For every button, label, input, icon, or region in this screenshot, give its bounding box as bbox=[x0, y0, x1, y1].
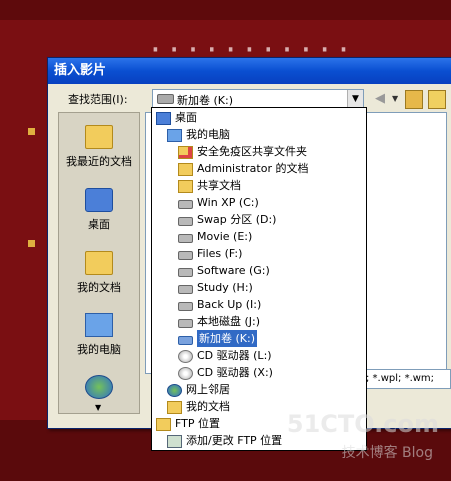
ftp-folder-icon bbox=[156, 418, 171, 431]
dropdown-item[interactable]: Movie (E:) bbox=[152, 228, 366, 245]
slide-bullet bbox=[28, 128, 35, 135]
dropdown-item-label: Study (H:) bbox=[197, 281, 253, 294]
dropdown-item[interactable]: 安全免疫区共享文件夹 bbox=[152, 143, 366, 160]
dropdown-item[interactable]: CD 驱动器 (L:) bbox=[152, 347, 366, 364]
look-in-combo[interactable]: 新加卷 (K:) ▼ bbox=[152, 89, 364, 109]
dropdown-item-label: CD 驱动器 (X:) bbox=[197, 366, 273, 379]
dropdown-item[interactable]: CD 驱动器 (X:) bbox=[152, 364, 366, 381]
back-icon[interactable]: ◀ bbox=[370, 90, 390, 107]
dropdown-item[interactable]: Administrator 的文档 bbox=[152, 160, 366, 177]
watermark-logo: 51CTO.com bbox=[286, 410, 439, 438]
dropdown-item-label: 安全免疫区共享文件夹 bbox=[197, 145, 307, 158]
cd-drive-icon bbox=[178, 367, 193, 380]
folder-icon bbox=[85, 125, 113, 149]
place-label: 桌面 bbox=[88, 218, 110, 231]
dropdown-item-label: 我的文档 bbox=[186, 400, 230, 413]
dropdown-item[interactable]: Swap 分区 (D:) bbox=[152, 211, 366, 228]
folder-icon bbox=[178, 180, 193, 193]
place-label: 我最近的文档 bbox=[66, 155, 132, 168]
dropdown-item[interactable]: Back Up (I:) bbox=[152, 296, 366, 313]
dropdown-item-label: Movie (E:) bbox=[197, 230, 253, 243]
file-type-filter[interactable]: ; *.wpl; *.wm; bbox=[365, 369, 451, 389]
dropdown-item-label: 本地磁盘 (J:) bbox=[197, 315, 261, 328]
drive-icon bbox=[178, 200, 193, 209]
drive-icon bbox=[178, 285, 193, 294]
computer-icon bbox=[85, 313, 113, 337]
dropdown-item-label: Files (F:) bbox=[197, 247, 243, 260]
place-my-computer[interactable]: 我的电脑 bbox=[59, 313, 139, 357]
dropdown-item[interactable]: 本地磁盘 (J:) bbox=[152, 313, 366, 330]
drive-icon bbox=[178, 217, 193, 226]
drive-icon bbox=[178, 251, 193, 260]
folder-icon bbox=[167, 401, 182, 414]
dropdown-item-label: 网上邻居 bbox=[186, 383, 230, 396]
cd-drive-icon bbox=[178, 350, 193, 363]
folder-icon bbox=[85, 251, 113, 275]
look-in-dropdown-list: 桌面我的电脑安全免疫区共享文件夹 Administrator 的文档 共享文档 Win… bbox=[151, 107, 367, 451]
drive-icon bbox=[178, 319, 193, 328]
dropdown-item-label: FTP 位置 bbox=[175, 417, 220, 430]
slide-bullet bbox=[28, 240, 35, 247]
dropdown-item-label: Back Up (I:) bbox=[197, 298, 262, 311]
drive-icon bbox=[178, 336, 193, 345]
dropdown-item-label: 添加/更改 FTP 位置 bbox=[186, 434, 283, 447]
dialog-title: 插入影片 bbox=[48, 58, 451, 84]
dropdown-item[interactable]: 新加卷 (K:) bbox=[152, 329, 366, 348]
drive-icon bbox=[157, 94, 174, 104]
slide-top-band bbox=[0, 0, 451, 20]
back-dropdown-icon[interactable]: ▼ bbox=[392, 90, 400, 107]
dropdown-item-label: Win XP (C:) bbox=[197, 196, 259, 209]
place-label: 我的文档 bbox=[77, 281, 121, 294]
chevron-down-icon[interactable]: ▼ bbox=[347, 90, 363, 108]
place-network[interactable] bbox=[59, 375, 139, 403]
up-folder-icon[interactable] bbox=[405, 90, 423, 109]
place-my-documents[interactable]: 我的文档 bbox=[59, 251, 139, 295]
globe-icon bbox=[85, 375, 113, 399]
dropdown-item[interactable]: 共享文档 bbox=[152, 177, 366, 194]
drive-icon bbox=[178, 234, 193, 243]
network-icon bbox=[167, 384, 182, 397]
folder-icon bbox=[178, 163, 193, 176]
ftp-add-icon bbox=[167, 435, 182, 448]
dropdown-item[interactable]: 网上邻居 bbox=[152, 381, 366, 398]
dropdown-item[interactable]: 我的电脑 bbox=[152, 126, 366, 143]
dropdown-item[interactable]: Study (H:) bbox=[152, 279, 366, 296]
dropdown-item-label: 桌面 bbox=[175, 111, 197, 124]
dropdown-item-label: Software (G:) bbox=[197, 264, 270, 277]
drive-icon bbox=[178, 302, 193, 311]
dropdown-item-label: CD 驱动器 (L:) bbox=[197, 349, 272, 362]
place-label: 我的电脑 bbox=[77, 343, 121, 356]
dropdown-item[interactable]: Software (G:) bbox=[152, 262, 366, 279]
dropdown-item-label: 新加卷 (K:) bbox=[196, 329, 258, 348]
places-scroll-down-icon[interactable]: ▼ bbox=[95, 403, 101, 412]
dropdown-item-label: Swap 分区 (D:) bbox=[197, 213, 277, 226]
computer-icon bbox=[167, 129, 182, 142]
place-desktop[interactable]: 桌面 bbox=[59, 188, 139, 232]
place-recent-docs[interactable]: 我最近的文档 bbox=[59, 125, 139, 169]
look-in-label: 查找范围(I): bbox=[68, 93, 128, 106]
drive-icon bbox=[178, 268, 193, 277]
dropdown-item[interactable]: Files (F:) bbox=[152, 245, 366, 262]
desktop-icon bbox=[156, 112, 171, 125]
dropdown-item-label: 共享文档 bbox=[197, 179, 241, 192]
dropdown-item-label: Administrator 的文档 bbox=[197, 162, 309, 175]
dropdown-item-label: 我的电脑 bbox=[186, 128, 230, 141]
new-folder-icon[interactable] bbox=[428, 90, 446, 109]
dropdown-item[interactable]: 桌面 bbox=[152, 109, 366, 126]
dropdown-item[interactable]: Win XP (C:) bbox=[152, 194, 366, 211]
shared-folder-icon bbox=[178, 146, 193, 159]
look-in-value: 新加卷 (K:) bbox=[177, 94, 233, 107]
watermark-subtitle: 技术博客 Blog bbox=[341, 445, 433, 461]
places-bar: 我最近的文档 桌面 我的文档 我的电脑 ▼ bbox=[58, 112, 140, 414]
desktop-icon bbox=[85, 188, 113, 212]
